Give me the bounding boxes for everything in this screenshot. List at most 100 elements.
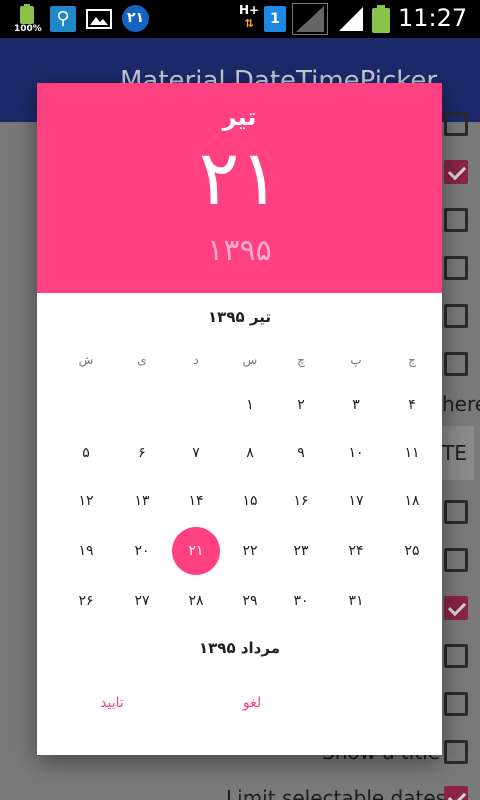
day-number: ۷ [192,445,200,461]
background-checkbox[interactable] [444,112,468,136]
day-number: ۲۱ [188,543,204,559]
date-picker-dialog: تیر ۲۱ ۱۳۹۵ تیر ۱۳۹۵ ج پ چ س د ی ش ۴۳۲۱۱… [37,83,442,755]
day-number: ۲۶ [78,593,94,609]
day-number: ۳۰ [293,593,309,609]
background-checkbox[interactable] [444,692,468,716]
day-cell[interactable]: ۶ [115,431,169,475]
day-cell[interactable]: ۱۰ [329,431,383,475]
day-cell[interactable]: ۱۶ [274,479,328,523]
day-cell[interactable]: ۲۴ [329,529,383,573]
day-cell[interactable]: ۱۳ [115,479,169,523]
background-checkbox[interactable] [444,500,468,524]
status-bar: 100% ⚲ ۲۱ H+ ⇅ 1 11:27 [0,0,480,38]
weekday-header-row: ج پ چ س د ی ش [49,353,430,373]
weekday-label: د [193,353,199,367]
signal-strength-1-icon [292,3,328,35]
weekday-label: چ [297,353,305,367]
background-checkbox[interactable] [444,208,468,232]
selected-day-cell[interactable]: ۲۱ [169,527,223,575]
day-number: ۱۱ [404,445,420,461]
day-cell[interactable]: ۲۷ [115,579,169,623]
day-cell[interactable]: ۳۰ [274,579,328,623]
next-month-title: مرداد ۱۳۹۵ [198,639,280,657]
calendar-notification-icon: ۲۱ [122,5,149,32]
weekday-label: ی [137,353,147,367]
day-number: ۲۲ [242,543,258,559]
header-day[interactable]: ۲۱ [37,133,442,223]
day-cell[interactable]: ۱۸ [385,479,439,523]
day-number: ۸ [246,445,254,461]
day-cell[interactable]: ۱۱ [385,431,439,475]
day-number: ۲۴ [348,543,364,559]
network-type-label: H+ [238,3,260,17]
background-checkbox[interactable] [444,596,468,620]
weekday-label: پ [350,353,362,367]
background-checkbox[interactable] [444,160,468,184]
day-cell[interactable]: ۷ [169,431,223,475]
day-cell[interactable]: ۱۹ [59,529,113,573]
background-checkbox[interactable] [444,548,468,572]
day-number: ۲۰ [134,543,150,559]
image-icon [86,6,112,32]
day-number: ۲۷ [134,593,150,609]
day-cell[interactable]: ۹ [274,431,328,475]
header-year[interactable]: ۱۳۹۵ [37,233,442,268]
day-cell[interactable]: ۳ [329,383,383,427]
day-cell[interactable]: ۴ [385,383,439,427]
day-cell[interactable]: ۲۶ [59,579,113,623]
data-activity-icon: ⇅ [244,17,254,30]
day-cell[interactable]: ۲۰ [115,529,169,573]
day-number: ۹ [297,445,305,461]
day-number: ۱۶ [293,493,309,509]
day-number: ۲۳ [293,543,309,559]
day-cell[interactable]: ۸ [223,431,277,475]
day-cell[interactable]: ۵ [59,431,113,475]
background-hint-text: here. [442,392,480,416]
sim-icon: 1 [264,6,286,32]
day-cell[interactable]: ۱۴ [169,479,223,523]
day-number: ۴ [408,397,416,413]
day-cell[interactable]: ۲۲ [223,529,277,573]
signal-strength-2-icon [338,6,364,32]
day-cell[interactable]: ۱ [223,383,277,427]
day-number: ۲۸ [188,593,204,609]
weekday-label: ج [408,353,416,367]
day-number: ۱۸ [404,493,420,509]
show-title-checkbox[interactable] [444,740,468,764]
background-checkbox[interactable] [444,304,468,328]
day-cell[interactable]: ۲۵ [385,529,439,573]
day-cell[interactable]: ۲۹ [223,579,277,623]
day-cell[interactable]: ۲۳ [274,529,328,573]
battery-percent-label: 100% [14,24,42,34]
calendar-month-title: تیر ۱۳۹۵ [208,308,271,326]
clock: 11:27 [398,4,468,32]
usb-icon: ⚲ [50,6,76,32]
day-cell[interactable]: ۳۱ [329,579,383,623]
background-checkbox[interactable] [444,256,468,280]
weekday-label: س [242,353,258,367]
day-number: ۱۰ [348,445,364,461]
day-number: ۲۹ [242,593,258,609]
weekday-label: ش [78,353,94,367]
date-picker-header: تیر ۲۱ ۱۳۹۵ [37,83,442,293]
day-number: ۳ [352,397,360,413]
day-cell[interactable]: ۱۷ [329,479,383,523]
day-cell[interactable]: ۲ [274,383,328,427]
limit-dates-checkbox[interactable] [444,786,468,800]
day-number: ۱۲ [78,493,94,509]
day-cell[interactable]: ۲۸ [169,579,223,623]
day-cell[interactable]: ۱۲ [59,479,113,523]
battery-icon [372,5,390,33]
cancel-button[interactable]: لغو [217,695,287,717]
network-type-icon: H+ ⇅ [238,3,260,30]
background-checkbox[interactable] [444,352,468,376]
day-number: ۱ [246,397,254,413]
day-number: ۱۵ [242,493,258,509]
background-checkbox[interactable] [444,644,468,668]
header-month[interactable]: تیر [37,103,442,131]
day-cell[interactable]: ۱۵ [223,479,277,523]
battery-small-icon: 100% [14,4,42,34]
ok-button[interactable]: تایید [77,695,147,717]
day-number: ۶ [138,445,146,461]
day-number: ۵ [82,445,90,461]
